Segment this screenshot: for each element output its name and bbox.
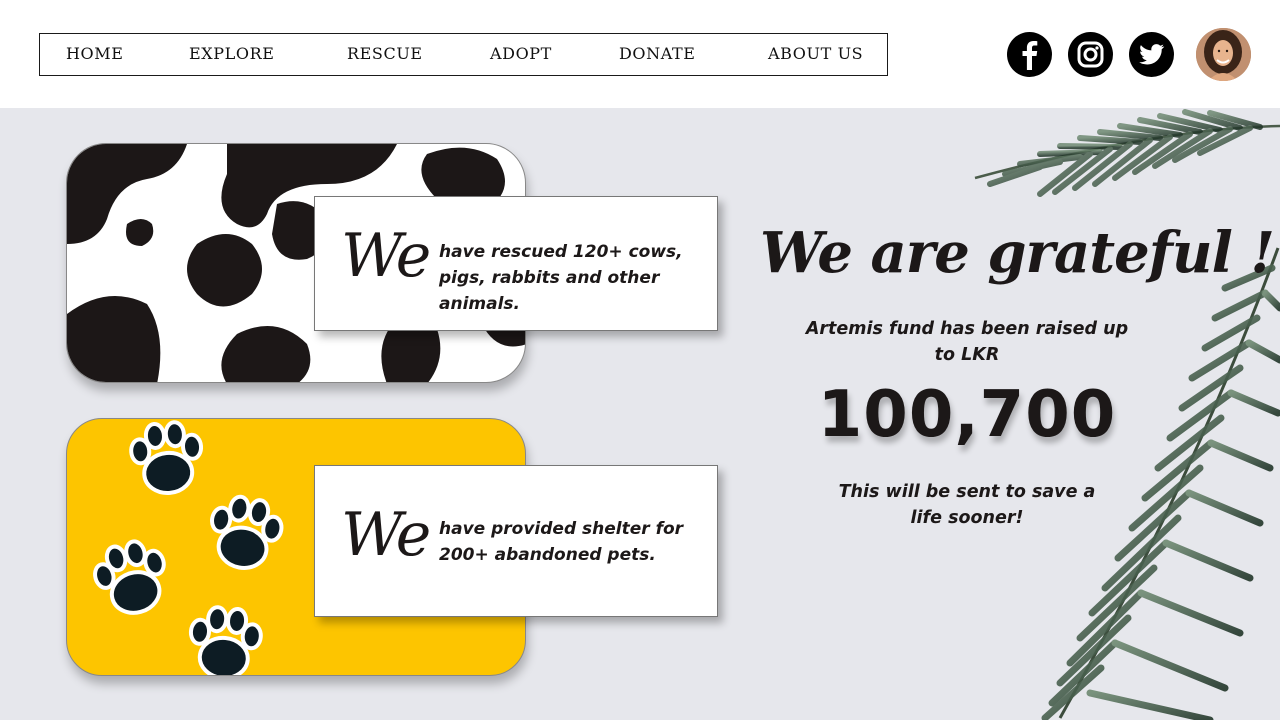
facebook-icon[interactable] [1007,32,1052,77]
fund-note: This will be sent to save a life sooner! [838,482,1096,528]
fund-raised-text: Artemis fund has been raised up to LKR [805,319,1129,365]
nav-home[interactable]: HOME [66,34,124,74]
instagram-icon[interactable] [1068,32,1113,77]
nav-adopt[interactable]: ADOPT [490,34,552,74]
main-nav: HOME EXPLORE RESCUE ADOPT DONATE ABOUT U… [39,33,888,76]
nav-donate[interactable]: DONATE [619,34,696,74]
user-avatar[interactable] [1196,28,1251,81]
nav-explore[interactable]: EXPLORE [189,34,275,74]
header: HOME EXPLORE RESCUE ADOPT DONATE ABOUT U… [0,0,1280,108]
shelter-stat-card: We have provided shelter for 200+ abando… [314,465,718,617]
twitter-icon[interactable] [1129,32,1174,77]
main-section: We have rescued 120+ cows, pigs, rabbits… [0,108,1280,720]
nav-rescue[interactable]: RESCUE [347,34,423,74]
nav-about-us[interactable]: ABOUT US [768,34,863,74]
card-text: have provided shelter for 200+ abandoned… [439,519,684,565]
grateful-heading: We are grateful ! [760,220,1275,286]
card-we-label: We [341,500,431,570]
fund-amount: 100,700 [817,378,1117,452]
card-text: have rescued 120+ cows, pigs, rabbits an… [439,242,683,314]
rescue-stat-card: We have rescued 120+ cows, pigs, rabbits… [314,196,718,331]
card-we-label: We [341,221,431,291]
